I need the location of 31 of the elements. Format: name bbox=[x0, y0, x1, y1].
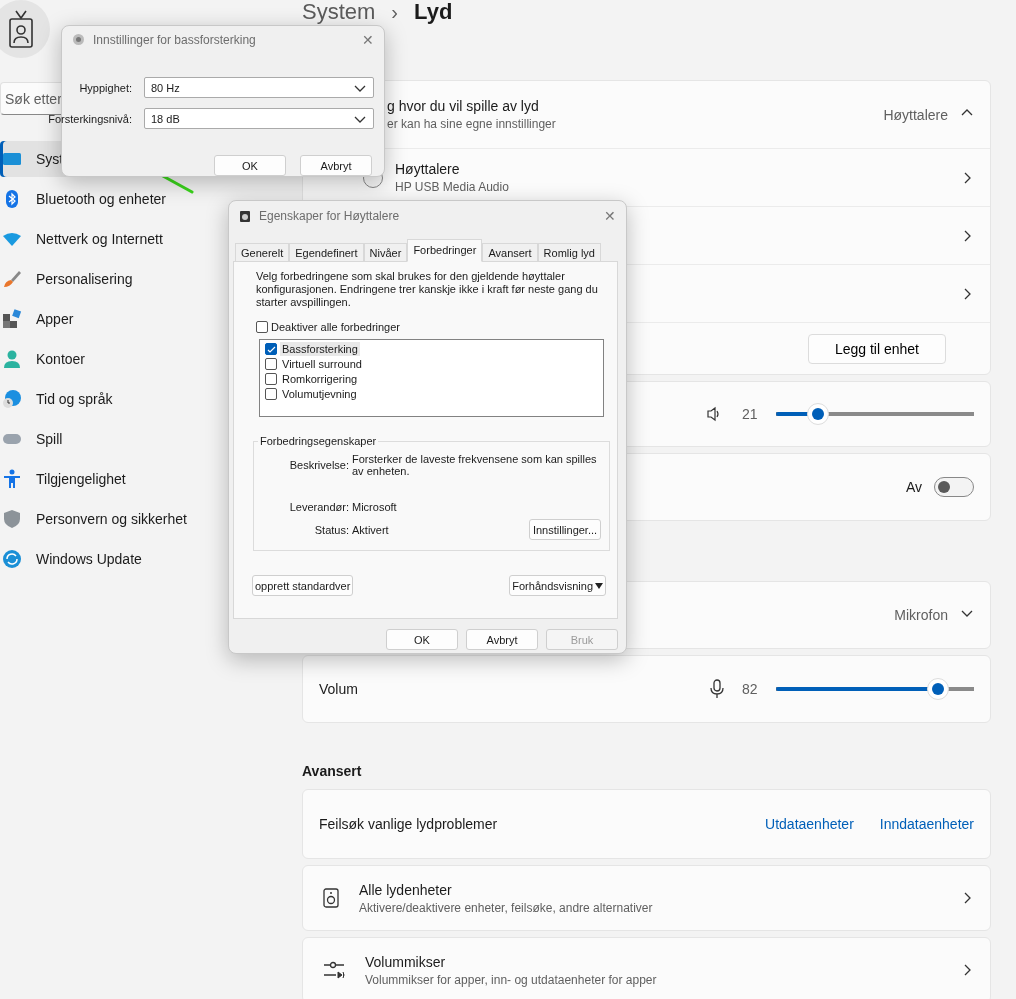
output-subtitle: er kan ha sine egne innstillinger bbox=[387, 117, 557, 131]
breadcrumb-separator: › bbox=[391, 0, 399, 24]
dialog-title: Innstillinger for bassforsterking bbox=[93, 32, 257, 47]
row-subtitle: Aktivere/deaktivere enheter, feilsøke, andre alternativer bbox=[359, 900, 654, 915]
output-title: g hvor du vil spille av lyd bbox=[387, 98, 540, 114]
device-detail: HP USB Media Audio bbox=[395, 180, 510, 194]
intro-text: Velg forbedringene som skal brukes for den gjeldende høyttaler konfigurasjonen. Endringene trer kanskje ikke i kraft før neste gang du starter avspillingen. bbox=[256, 270, 599, 309]
property-label: Status: bbox=[313, 523, 349, 536]
section-heading: Avansert bbox=[302, 763, 363, 779]
group-title: Forbedringsegenskaper bbox=[259, 435, 378, 447]
property-label: Beskrivelse: bbox=[288, 459, 349, 471]
input-device: Mikrofon bbox=[894, 607, 948, 623]
property-value: Aktivert bbox=[352, 523, 390, 536]
page-title: Lyd bbox=[414, 0, 453, 24]
field-label: Hyppighet: bbox=[78, 81, 132, 94]
toggle-state: Av bbox=[905, 479, 922, 495]
device-name: Høyttalere bbox=[395, 161, 461, 177]
dialog-title: Egenskaper for Høyttalere bbox=[259, 209, 401, 223]
volume-reading: 82 bbox=[742, 681, 759, 697]
field-label: Forsterkingsnivå: bbox=[47, 112, 132, 125]
property-value: Forsterker de laveste frekvensene som kan spilles av enheten. bbox=[352, 453, 598, 477]
row-subtitle: Volummikser for apper, inn- og utdataenheter for apper bbox=[365, 972, 658, 987]
row-title: Alle lydenheter bbox=[359, 881, 453, 898]
volume-reading: 21 bbox=[742, 406, 759, 422]
property-label: Leverandør: bbox=[288, 501, 349, 513]
checkbox-label: Deaktiver alle forbedringer bbox=[271, 321, 400, 333]
row-title: Volummikser bbox=[365, 953, 447, 970]
volume-label: Volum bbox=[319, 681, 359, 697]
troubleshoot-label: Feilsøk vanlige lydproblemer bbox=[319, 816, 499, 832]
property-value: Microsoft bbox=[352, 501, 398, 513]
output-device: Høyttalere bbox=[883, 106, 948, 123]
